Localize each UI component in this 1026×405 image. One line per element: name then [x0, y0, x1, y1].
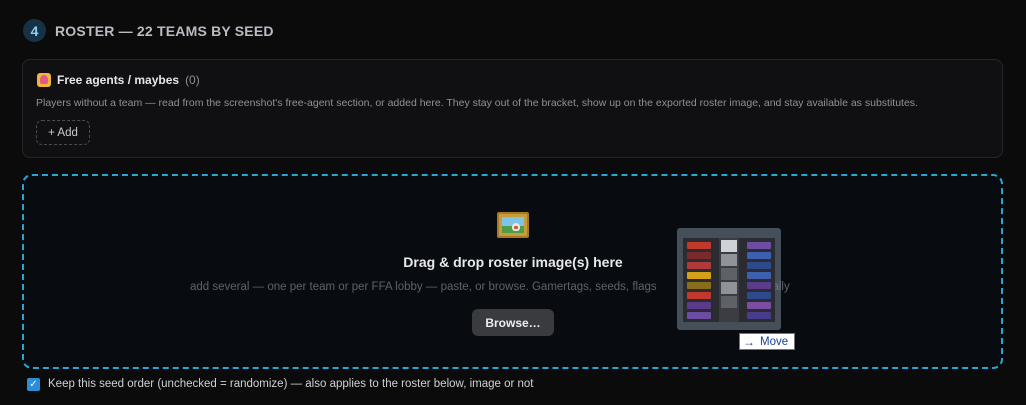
free-agents-title: Free agents / maybes — [57, 73, 180, 87]
arrow-right-icon: → — [743, 334, 755, 349]
roster-section: 4 ROSTER — 22 TEAMS BY SEED Free agents … — [0, 0, 1026, 405]
section-title: ROSTER — 22 TEAMS BY SEED — [55, 23, 274, 39]
free-agents-description: Players without a team — read from the s… — [36, 97, 918, 109]
roster-image-preview — [683, 238, 775, 322]
roster-image-dropzone[interactable] — [22, 174, 1003, 369]
drag-preview-thumbnail — [677, 228, 781, 330]
dropzone-subtitle-text: add several — one per team or per FFA lo… — [190, 281, 657, 293]
checkmark-icon: ✓ — [29, 379, 38, 390]
free-agents-count: (0) — [185, 73, 200, 87]
free-agents-card: Free agents / maybes (0) Players without… — [22, 59, 1003, 158]
browse-button[interactable]: Browse… — [472, 309, 554, 336]
add-free-agent-button[interactable]: + Add — [36, 120, 90, 145]
free-agents-header: Free agents / maybes (0) — [37, 73, 200, 87]
move-tooltip: → Move — [739, 333, 795, 350]
move-tooltip-label: Move — [760, 335, 789, 348]
keep-seed-order-label[interactable]: Keep this seed order (unchecked = random… — [48, 378, 534, 390]
framed-picture-icon — [497, 212, 529, 238]
dropzone-title: Drag & drop roster image(s) here — [403, 254, 623, 270]
step-badge: 4 — [23, 19, 46, 42]
keep-seed-order-checkbox[interactable]: ✓ — [27, 378, 40, 391]
raising-hand-icon — [37, 73, 51, 87]
